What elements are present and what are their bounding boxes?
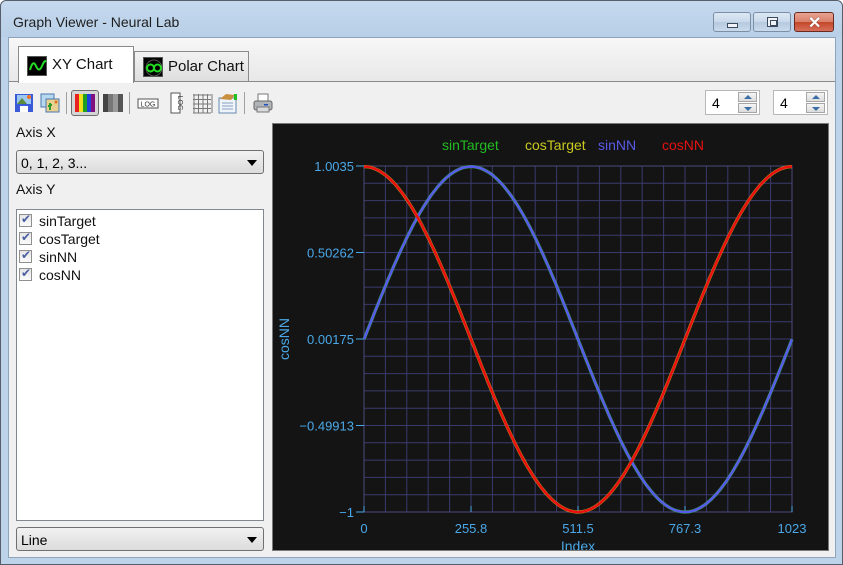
axis-y-label: Axis Y: [16, 181, 56, 197]
spin-box-2[interactable]: 4: [773, 90, 828, 115]
spin-box-1-value[interactable]: 4: [712, 95, 720, 111]
properties-icon: [218, 94, 237, 114]
chart-type-value: Line: [21, 532, 48, 548]
save-image-button[interactable]: [13, 92, 35, 114]
series-label: cosNN: [39, 267, 82, 283]
axis-x-value: 0, 1, 2, 3...: [21, 155, 88, 171]
grid-icon: [193, 94, 213, 114]
legend-item-cosTarget: cosTarget: [525, 137, 586, 153]
spin-up-button[interactable]: [806, 92, 825, 102]
toolbar: LOG LOG 4 4: [9, 83, 835, 119]
log-y-icon: LOG: [170, 92, 183, 114]
client-area: XY Chart Polar Chart LOG LOG 4 4 Axis X …: [8, 37, 836, 558]
x-tick-label: 1023: [778, 521, 807, 536]
copy-image-icon: [40, 93, 60, 113]
tab-polar-chart[interactable]: Polar Chart: [134, 51, 249, 81]
series-label: sinNN: [39, 249, 78, 265]
chart-container[interactable]: 0 255.8 511.5 767.3 1023 1.0035 0.50262 0.00175…: [272, 123, 829, 554]
y-tick-label: −0.49913: [299, 419, 354, 434]
maximize-icon: [767, 17, 778, 27]
axis-x-dropdown[interactable]: 0, 1, 2, 3...: [16, 150, 264, 174]
series-label: sinTarget: [39, 213, 96, 229]
checkbox[interactable]: [19, 248, 32, 263]
x-tick-label: 767.3: [669, 521, 702, 536]
close-icon: ✕: [808, 15, 822, 32]
x-tick-label: 255.8: [455, 521, 488, 536]
app-window: Graph Viewer - Neural Lab ✕ XY Chart Pol…: [0, 0, 843, 565]
y-axis-title: cosNN: [276, 318, 292, 360]
log-y-button[interactable]: LOG: [165, 92, 187, 114]
axis-y-series-list: sinTarget cosTarget sinNN cosNN: [16, 209, 264, 521]
tab-strip: XY Chart Polar Chart: [9, 38, 835, 83]
series-label: cosTarget: [39, 231, 100, 247]
properties-button[interactable]: [217, 92, 239, 114]
checkbox[interactable]: [19, 230, 32, 245]
spin-up-button[interactable]: [738, 92, 757, 102]
legend-item-cosNN: cosNN: [662, 137, 704, 153]
svg-text:LOG: LOG: [176, 96, 183, 111]
title-bar[interactable]: Graph Viewer - Neural Lab ✕: [1, 1, 842, 37]
checkbox[interactable]: [19, 212, 32, 227]
y-tick-label: 1.0035: [314, 159, 354, 174]
grid-button[interactable]: [191, 92, 213, 114]
log-x-icon: LOG: [137, 98, 159, 109]
xy-chart-icon: [27, 56, 47, 76]
print-button[interactable]: [252, 92, 274, 114]
save-image-icon: [15, 94, 33, 112]
polar-chart-icon: [143, 57, 163, 77]
x-tick-label: 511.5: [562, 521, 594, 536]
y-tick-label: 0.00175: [307, 332, 354, 347]
spin-box-1[interactable]: 4: [705, 90, 760, 115]
legend-item-sinNN: sinNN: [598, 137, 636, 153]
toolbar-separator: [129, 92, 130, 114]
axis-x-label: Axis X: [16, 124, 56, 140]
tab-label: XY Chart: [52, 56, 113, 73]
color-mode-button[interactable]: [71, 90, 99, 116]
chart-legend: sinTarget cosTarget sinNN cosNN: [442, 137, 704, 153]
svg-text:LOG: LOG: [141, 102, 156, 109]
minimize-button[interactable]: [713, 12, 751, 32]
tab-label: Polar Chart: [168, 58, 244, 75]
y-tick-label: −1: [339, 505, 354, 520]
chart-type-dropdown[interactable]: Line: [16, 527, 264, 551]
gray-bars-icon: [103, 94, 123, 112]
toolbar-separator: [66, 92, 67, 114]
maximize-button[interactable]: [753, 12, 791, 32]
checkbox[interactable]: [19, 266, 32, 281]
xy-chart-panel: LOG LOG 4 4 Axis X 0, 1, 2, 3... Axis Y …: [9, 83, 835, 557]
printer-icon: [253, 93, 273, 113]
chart-axes: 0 255.8 511.5 767.3 1023 1.0035 0.50262 0.00175…: [299, 159, 806, 536]
log-x-button[interactable]: LOG: [137, 92, 159, 114]
spin-down-button[interactable]: [806, 103, 825, 113]
chevron-down-icon: [247, 160, 257, 166]
toolbar-separator: [244, 92, 245, 114]
tab-xy-chart[interactable]: XY Chart: [18, 46, 134, 83]
chevron-down-icon: [247, 537, 257, 543]
x-tick-label: 0: [360, 521, 367, 536]
spin-down-button[interactable]: [738, 103, 757, 113]
x-axis-title: Index: [561, 538, 595, 550]
xy-chart[interactable]: 0 255.8 511.5 767.3 1023 1.0035 0.50262 0.00175…: [273, 124, 828, 554]
grayscale-mode-button[interactable]: [102, 92, 124, 114]
legend-item-sinTarget: sinTarget: [442, 137, 499, 153]
window-title: Graph Viewer - Neural Lab: [13, 14, 180, 30]
color-bars-icon: [75, 94, 95, 112]
y-tick-label: 0.50262: [307, 246, 354, 261]
close-button[interactable]: ✕: [794, 12, 834, 32]
spin-box-2-value[interactable]: 4: [780, 95, 788, 111]
copy-image-button[interactable]: [39, 92, 61, 114]
minimize-icon: [727, 23, 738, 28]
